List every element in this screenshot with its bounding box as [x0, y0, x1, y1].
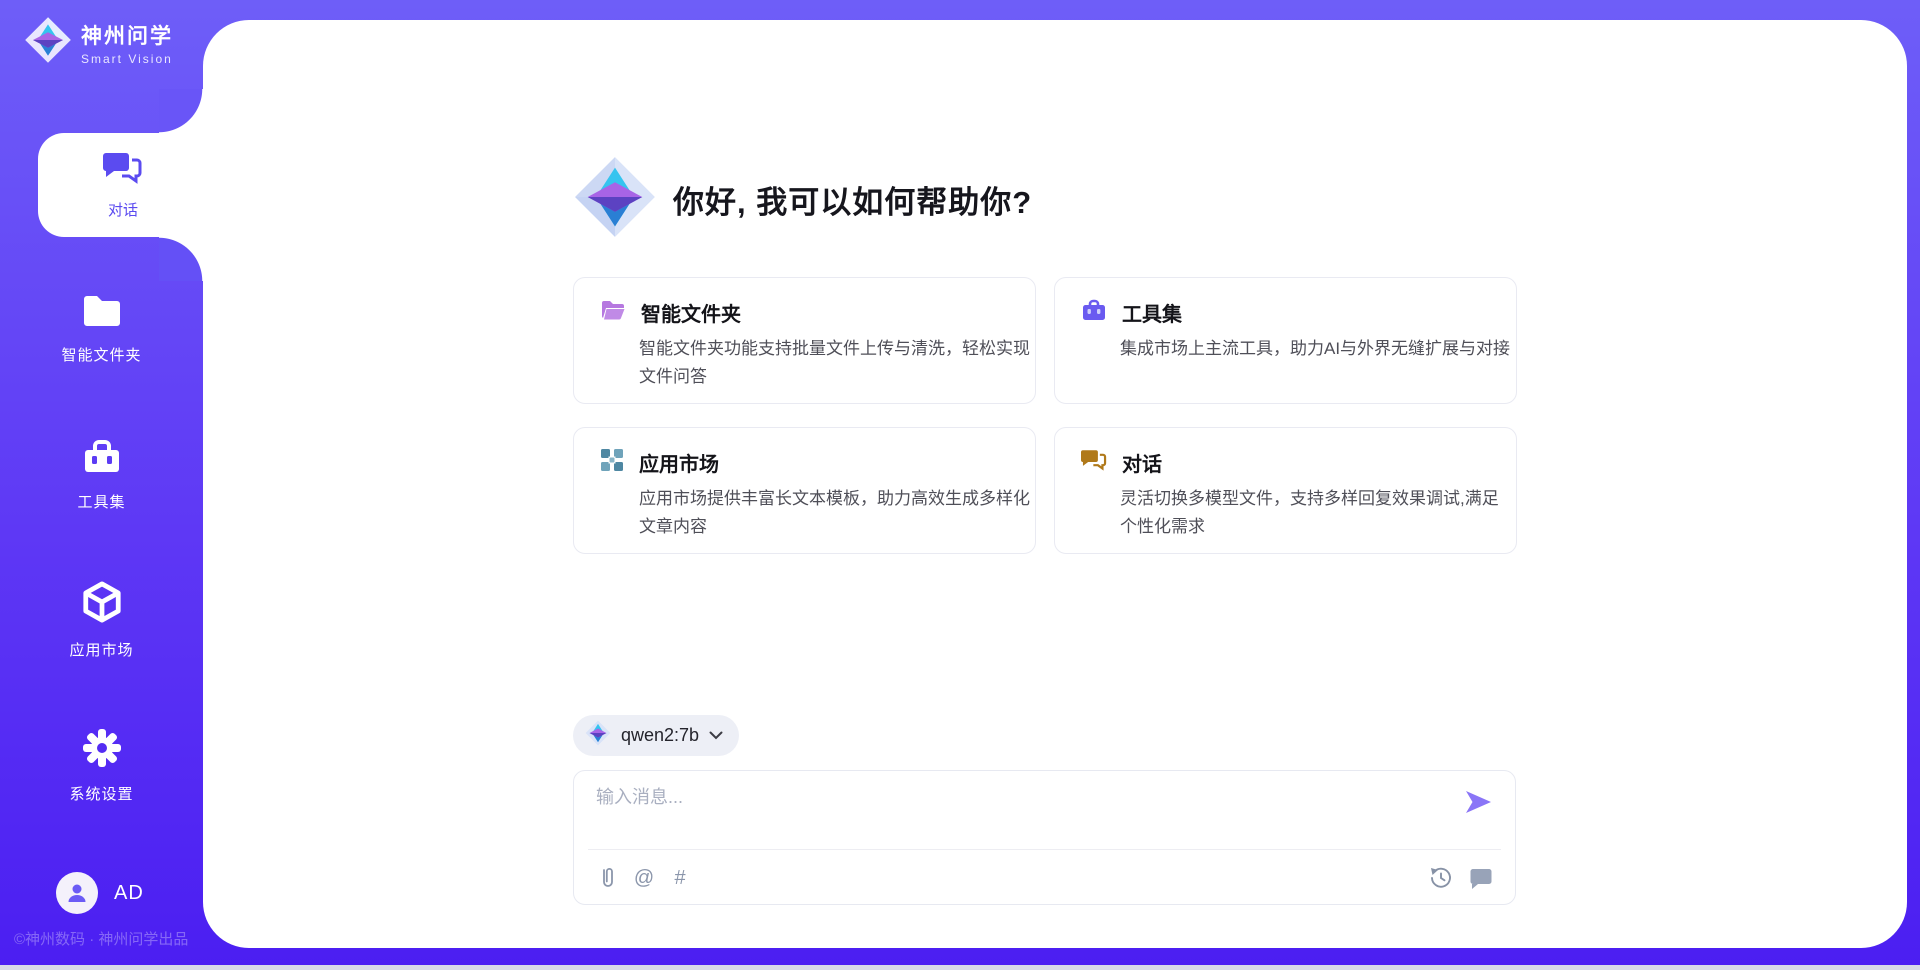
- brand-name: 神州问学: [81, 20, 173, 50]
- card-description: 集成市场上主流工具，助力AI与外界无缝扩展与对接: [1120, 335, 1512, 363]
- model-logo-icon: [585, 720, 611, 751]
- feature-cards: 智能文件夹 智能文件夹功能支持批量文件上传与清洗，轻松实现文件问答 工具集: [573, 277, 1517, 554]
- message-composer: @ #: [573, 770, 1516, 905]
- cube-icon: [81, 580, 123, 629]
- card-description: 应用市场提供丰富长文本模板，助力高效生成多样化文章内容: [639, 485, 1031, 541]
- card-title: 应用市场: [639, 448, 719, 477]
- tab-fillet-bottom: [159, 237, 203, 281]
- sidebar-item-label: 智能文件夹: [61, 344, 141, 365]
- greeting: 你好, 我可以如何帮助你?: [573, 155, 1032, 244]
- sidebar-item-label: 系统设置: [69, 783, 133, 804]
- history-icon[interactable]: [1429, 865, 1453, 891]
- model-selector[interactable]: qwen2:7b: [573, 715, 739, 756]
- model-name: qwen2:7b: [621, 725, 699, 746]
- sidebar-item-label: 对话: [108, 199, 138, 220]
- user-name: AD: [114, 882, 144, 905]
- message-input[interactable]: [596, 783, 1436, 841]
- card-description: 智能文件夹功能支持批量文件上传与清洗，轻松实现文件问答: [639, 335, 1031, 391]
- toolbox-icon: [81, 438, 123, 481]
- sidebar-item-smart-folder[interactable]: 智能文件夹: [0, 293, 203, 365]
- briefcase-icon: [1081, 298, 1107, 327]
- folder-icon: [81, 293, 123, 334]
- open-folder-icon: [600, 299, 626, 326]
- brand-subtitle: Smart Vision: [81, 52, 173, 66]
- brand-logo-icon: [24, 16, 72, 69]
- send-icon[interactable]: [1463, 789, 1493, 815]
- sidebar-item-label: 工具集: [77, 491, 125, 512]
- card-title: 智能文件夹: [641, 298, 741, 327]
- taskbar-edge: [0, 965, 1920, 970]
- attach-file-icon[interactable]: [596, 865, 620, 891]
- hashtag-icon[interactable]: #: [668, 865, 692, 891]
- chevron-down-icon: [709, 727, 723, 745]
- card-chat[interactable]: 对话 灵活切换多模型文件，支持多样回复效果调试,满足个性化需求: [1054, 427, 1517, 554]
- assistant-logo-icon: [573, 155, 657, 244]
- gear-icon: [82, 728, 122, 773]
- card-title: 对话: [1122, 448, 1162, 477]
- sidebar-item-toolset[interactable]: 工具集: [0, 438, 203, 512]
- feedback-chat-icon[interactable]: [1469, 865, 1493, 891]
- composer-toolbar: @ #: [596, 861, 1493, 895]
- tiles-icon: [600, 448, 624, 477]
- copyright-text: ©神州数码 · 神州问学出品: [14, 928, 188, 949]
- mention-icon[interactable]: @: [632, 865, 656, 891]
- sidebar-item-app-market[interactable]: 应用市场: [0, 580, 203, 660]
- chat-icon: [1081, 448, 1107, 477]
- composer-divider: [588, 849, 1501, 850]
- card-description: 灵活切换多模型文件，支持多样回复效果调试,满足个性化需求: [1120, 485, 1512, 541]
- sidebar-item-settings[interactable]: 系统设置: [0, 728, 203, 804]
- avatar: [56, 872, 98, 914]
- sidebar-item-label: 应用市场: [69, 639, 133, 660]
- greeting-title: 你好, 我可以如何帮助你?: [673, 177, 1032, 222]
- sidebar-item-chat[interactable]: 对话: [38, 133, 208, 237]
- sidebar: 神州问学 Smart Vision 对话 智能文件夹: [0, 0, 203, 970]
- chat-icon: [103, 150, 143, 191]
- card-app-market[interactable]: 应用市场 应用市场提供丰富长文本模板，助力高效生成多样化文章内容: [573, 427, 1036, 554]
- app-window: 神州问学 Smart Vision 对话 智能文件夹: [0, 0, 1920, 970]
- user-account[interactable]: AD: [56, 872, 144, 914]
- tab-fillet-top: [159, 89, 203, 133]
- brand: 神州问学 Smart Vision: [24, 16, 173, 69]
- card-toolset[interactable]: 工具集 集成市场上主流工具，助力AI与外界无缝扩展与对接: [1054, 277, 1517, 404]
- card-title: 工具集: [1122, 298, 1182, 327]
- card-smart-folder[interactable]: 智能文件夹 智能文件夹功能支持批量文件上传与清洗，轻松实现文件问答: [573, 277, 1036, 404]
